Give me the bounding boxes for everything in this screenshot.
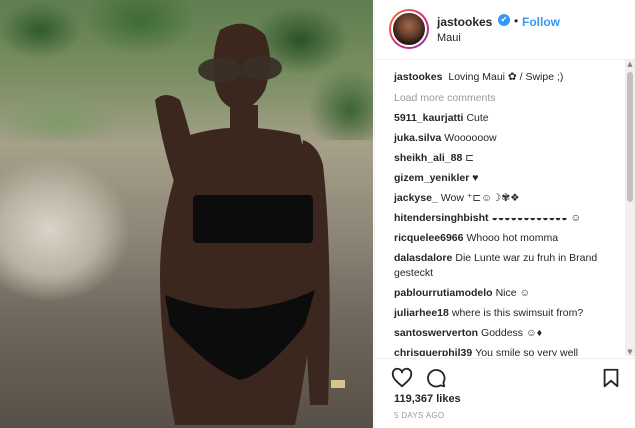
header-separator: • [514,14,519,28]
comment-text: Cute [466,112,489,124]
post-side-panel: jastookes ✔ • Follow Maui jastookes Lovi… [374,0,635,428]
follow-button[interactable]: Follow [522,15,560,29]
bookmark-icon[interactable] [600,367,622,389]
comment-icon[interactable] [425,367,447,389]
comments-list[interactable]: jastookes Loving Maui ✿ / Swipe ;) Load … [375,60,623,356]
comments-scrollbar[interactable]: ▲ ▼ [625,60,635,356]
post-photo[interactable] [0,0,373,428]
comment-username[interactable]: sheikh_ali_88 [394,152,462,164]
comment-item: juliarhee18 where is this swimsuit from? [394,306,623,321]
post-username[interactable]: jastookes [437,15,492,29]
post-location[interactable]: Maui [437,32,461,44]
comment-username[interactable]: santoswerverton [394,327,478,339]
comment-item: dalasdalore Die Lunte war zu fruh in Bran… [394,251,616,281]
post-timestamp: 5 DAYS AGO [394,411,445,420]
comment-item: pablourrutiamodelo Nice ☺ [394,286,623,301]
comment-username[interactable]: 5911_kaurjatti [394,112,463,124]
comment-text: You smile so very well [475,347,579,356]
comment-item: hitendersinghbisht ◒◒◒◒◒◒◒◒◒◒◒◒ ☺ [394,211,616,226]
comment-text: ◒◒◒◒◒◒◒◒◒◒◒◒ ☺ [491,212,582,224]
comment-item: chrisguerphil39 You smile so very well [394,346,623,356]
comment-username[interactable]: chrisguerphil39 [394,347,472,356]
scroll-down-arrow-icon[interactable]: ▼ [626,348,634,356]
comment-text: Nice ☺ [495,287,531,299]
avatar[interactable] [389,9,429,49]
comment-text: Wow ⁺⊏☺☽✾❖ [440,192,520,204]
comment-text: Goddess ☺♦ [481,327,543,339]
post-caption: jastookes Loving Maui ✿ / Swipe ;) [394,70,623,85]
model-figure [155,23,345,425]
comment-text: Woooooow [444,132,497,144]
comment-username[interactable]: dalasdalore [394,252,452,264]
caption-text: Loving Maui ✿ / Swipe ;) [448,71,564,83]
comment-text: ⊏ [465,152,475,164]
comment-username[interactable]: jackyse_ [394,192,438,204]
comment-item: santoswerverton Goddess ☺♦ [394,326,623,341]
scrollbar-thumb[interactable] [627,72,633,202]
likes-count[interactable]: 119,367 likes [394,393,461,405]
comment-username[interactable]: gizem_yenikler [394,172,469,184]
comment-username[interactable]: juka.silva [394,132,441,144]
caption-username[interactable]: jastookes [394,71,442,83]
post-header: jastookes ✔ • Follow Maui [375,0,635,60]
load-more-comments-link[interactable]: Load more comments [394,92,623,104]
scroll-up-arrow-icon[interactable]: ▲ [626,60,634,68]
comment-item: gizem_yenikler ♥ [394,171,623,186]
comment-item: jackyse_ Wow ⁺⊏☺☽✾❖ [394,191,623,206]
comment-item: juka.silva Woooooow [394,131,623,146]
comment-username[interactable]: ricquelee6966 [394,232,463,244]
comment-text: where is this swimsuit from? [451,307,584,319]
comment-username[interactable]: pablourrutiamodelo [394,287,493,299]
verified-icon: ✔ [498,14,510,26]
comment-item: ricquelee6966 Whooo hot momma [394,231,623,246]
comment-text: Whooo hot momma [466,232,559,244]
comment-username[interactable]: juliarhee18 [394,307,449,319]
post-actions: 119,367 likes 5 DAYS AGO [375,358,635,428]
comment-username[interactable]: hitendersinghbisht [394,212,489,224]
comment-item: 5911_kaurjatti Cute [394,111,623,126]
comment-text: ♥ [472,172,479,184]
comment-item: sheikh_ali_88 ⊏ [394,151,623,166]
heart-icon[interactable] [391,367,413,389]
